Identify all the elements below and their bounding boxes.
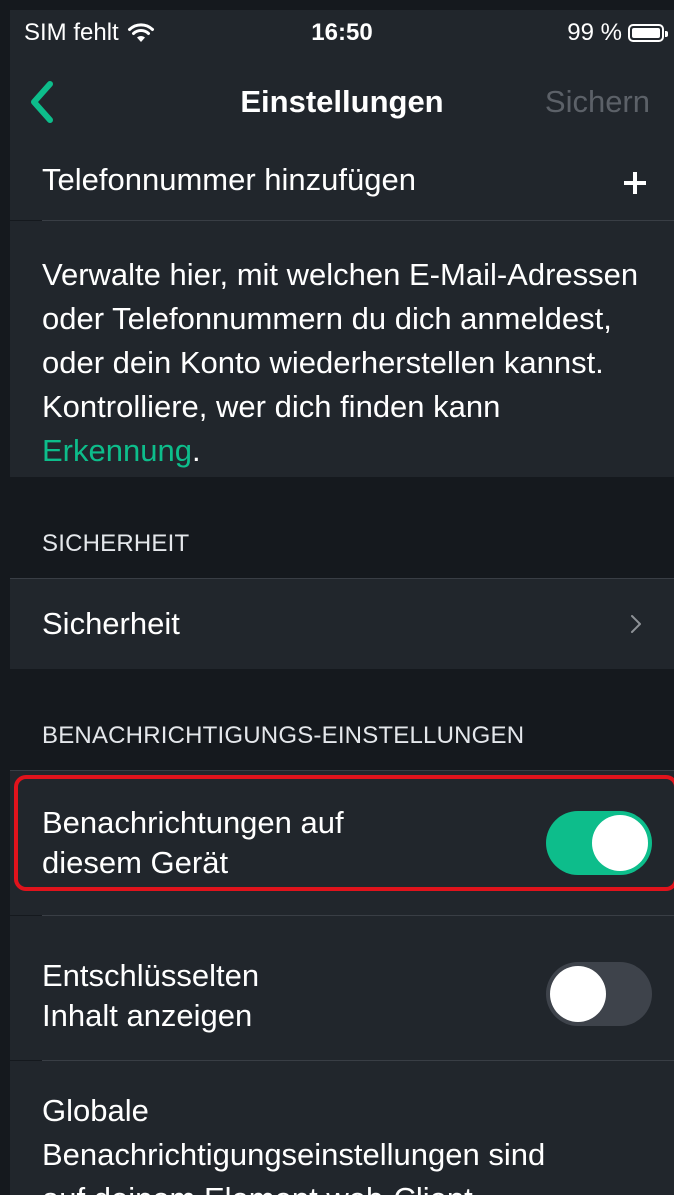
show-decrypted-label-line2: Inhalt anzeigen [42, 998, 253, 1033]
description-suffix: . [191, 433, 201, 468]
discovery-link[interactable]: Erkennung [42, 433, 192, 468]
security-label: Sicherheit [42, 606, 180, 641]
security-section-header: SICHERHEIT [42, 530, 190, 557]
add-phone-row[interactable]: Telefonnummer hinzufügen [10, 150, 674, 220]
toggle-knob [550, 966, 606, 1022]
chevron-right-icon [631, 615, 641, 633]
status-bar: SIM fehlt 16:50 99 % [10, 10, 674, 56]
global-notifications-line2: Benachrichtigungseinstellungen sind [42, 1137, 546, 1172]
battery-icon [628, 24, 668, 42]
save-button[interactable]: Sichern [545, 84, 650, 120]
status-bar-right: 99 % [567, 19, 668, 47]
add-phone-label: Telefonnummer hinzufügen [42, 162, 416, 197]
show-decrypted-row: Entschlüsselten Inhalt anzeigen [10, 916, 674, 1060]
global-notifications-cell: Globale Benachrichtigungseinstellungen s… [10, 1061, 674, 1195]
description-text: Verwalte hier, mit welchen E-Mail-Adress… [42, 257, 639, 424]
plus-icon [624, 172, 646, 194]
global-notifications-line1: Globale [42, 1093, 149, 1128]
global-notifications-line3: auf deinem Element web-Client [42, 1177, 473, 1195]
notifications-section-header: BENACHRICHTIGUNGS-EINSTELLUNGEN [42, 722, 525, 749]
highlight-box [14, 775, 674, 891]
battery-percent: 99 % [567, 19, 622, 46]
navigation-bar: Einstellungen Sichern [10, 56, 674, 150]
email-phone-description-cell: Verwalte hier, mit welchen E-Mail-Adress… [10, 221, 674, 477]
show-decrypted-toggle[interactable] [546, 962, 652, 1026]
email-phone-description: Verwalte hier, mit welchen E-Mail-Adress… [42, 253, 652, 473]
security-row[interactable]: Sicherheit [10, 579, 674, 669]
settings-screen: SIM fehlt 16:50 99 % Einstellungen Siche… [10, 10, 674, 1195]
show-decrypted-label-line1: Entschlüsselten [42, 958, 260, 993]
